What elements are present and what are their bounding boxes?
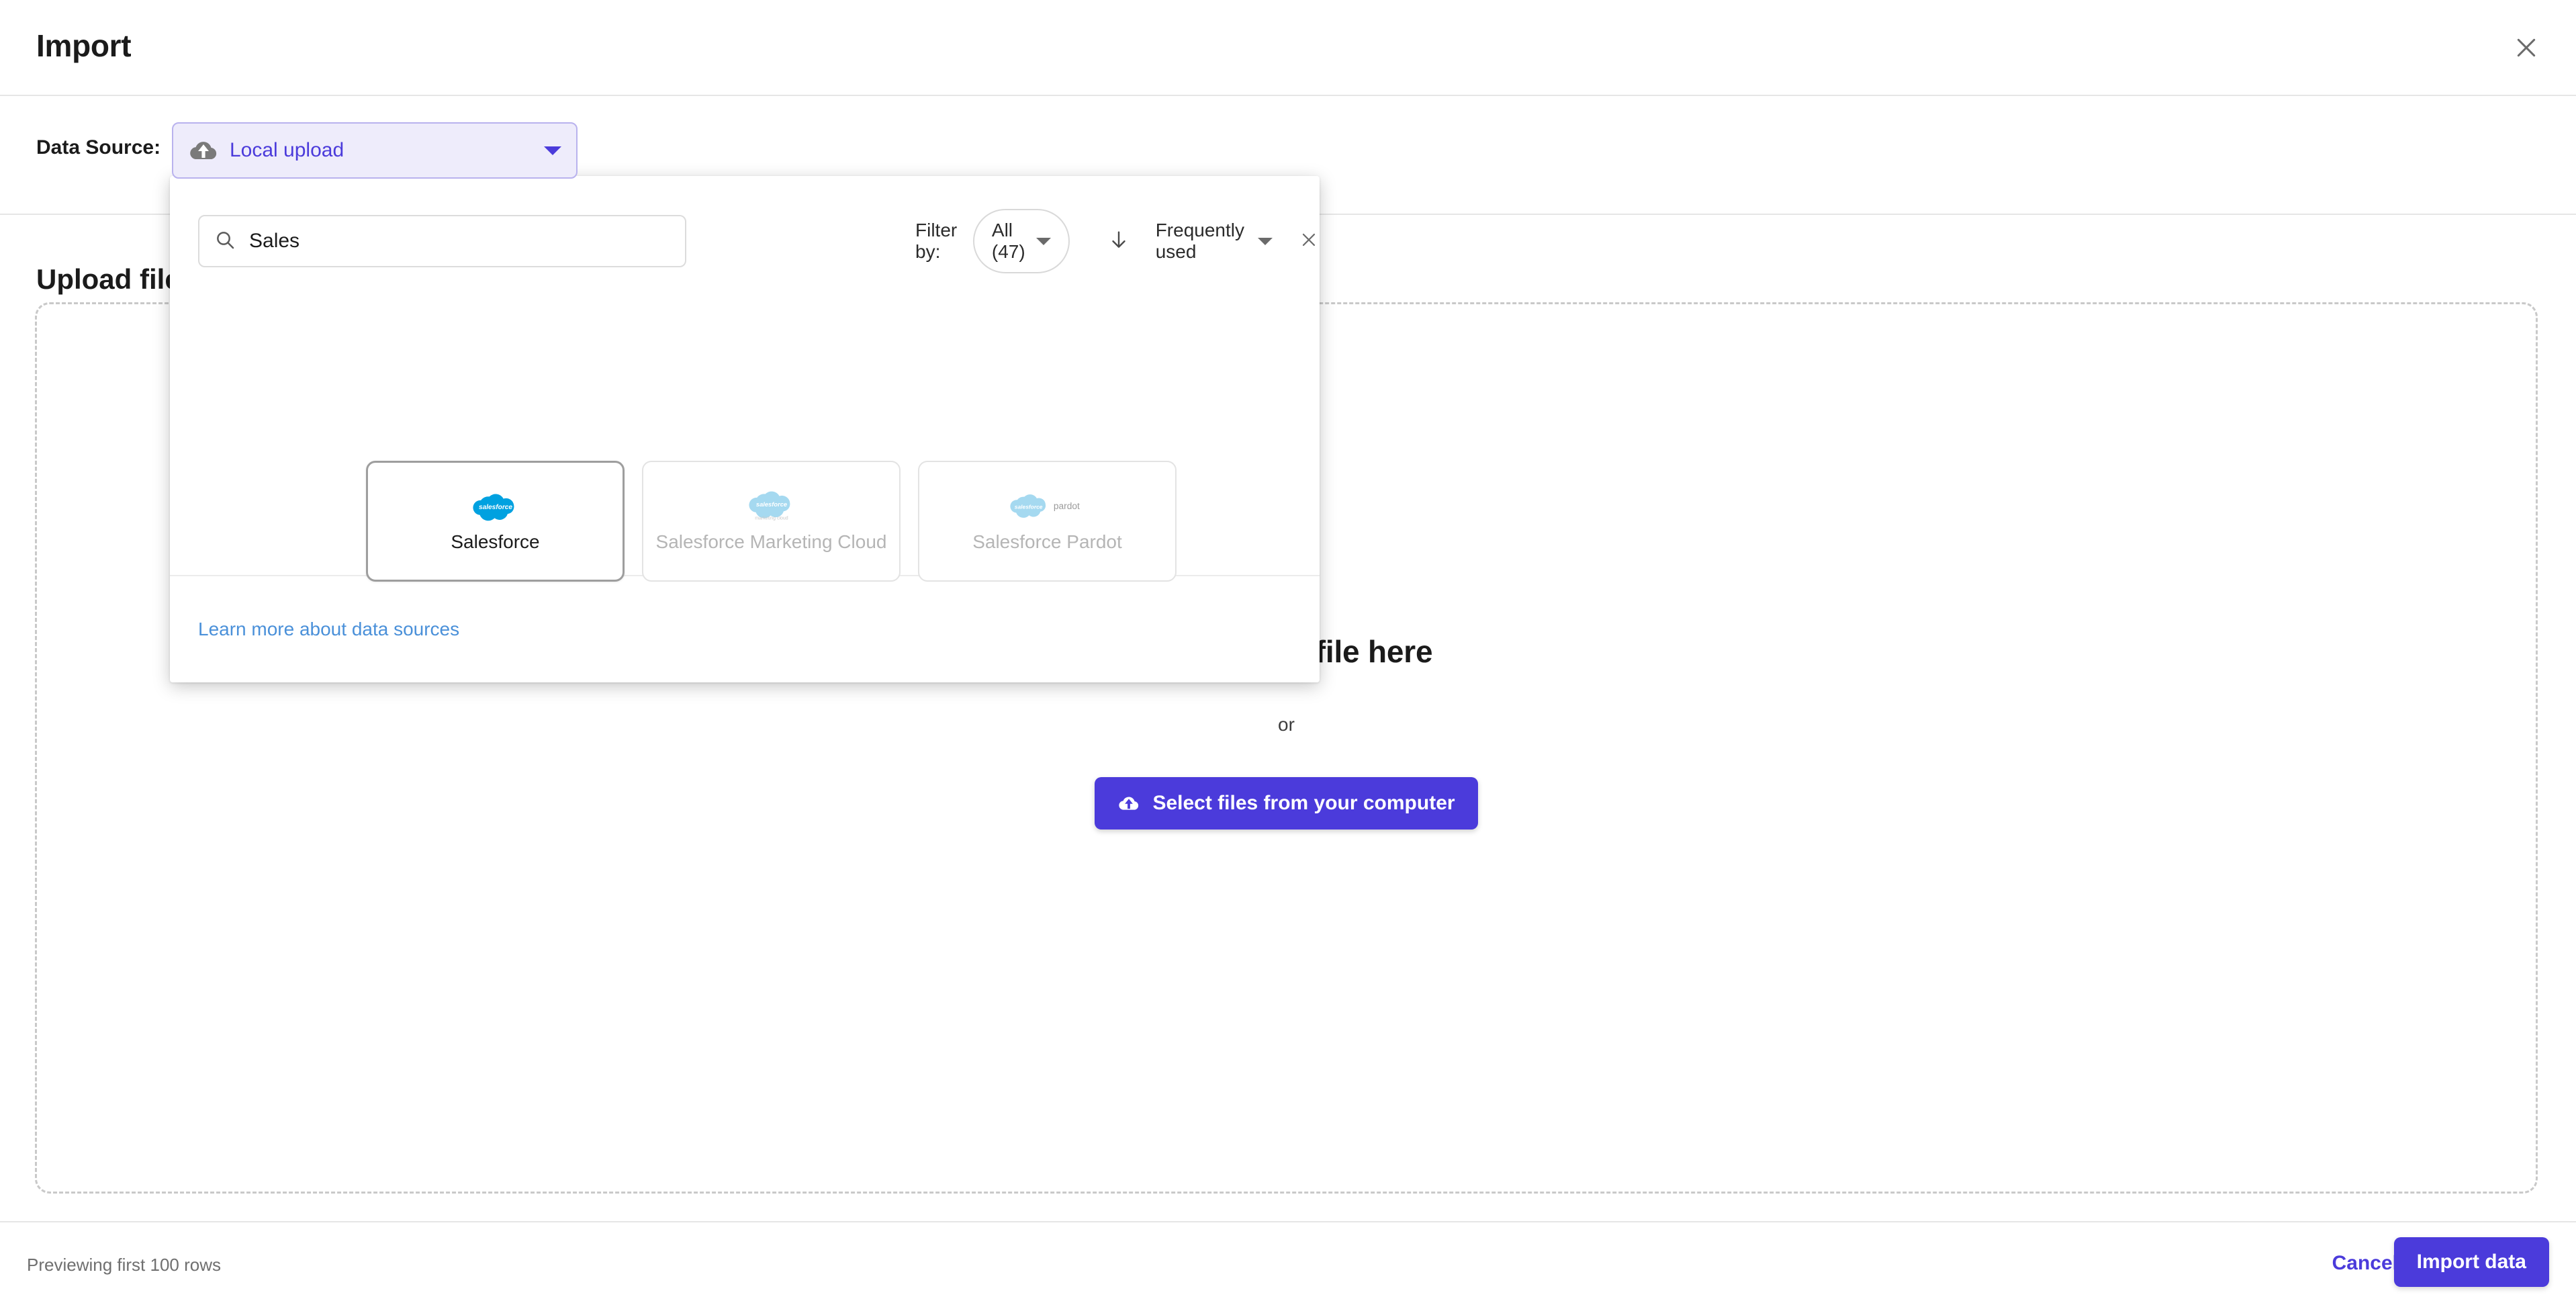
data-source-card-salesforce-marketing-cloud[interactable]: salesforce marketing cloud Salesforce Ma… [642,461,901,582]
modal-footer: Previewing first 100 rows Cancel Import … [0,1221,2576,1299]
clear-sort-button[interactable] [1298,229,1320,254]
filter-by-label: Filter by: [915,220,958,262]
sort-dropdown-value: Frequently used [1155,220,1244,262]
data-source-card-list: salesforce Salesforce salesforce marketi… [366,461,1177,582]
page-title: Import [36,28,132,63]
close-button[interactable] [2501,22,2552,73]
sort-dropdown[interactable]: Frequently used [1156,220,1273,263]
svg-text:marketing cloud: marketing cloud [755,517,788,521]
chevron-down-icon [544,146,561,155]
chevron-down-icon [1036,237,1051,245]
data-source-selected-value: Local upload [230,139,344,161]
salesforce-logo: salesforce [469,490,522,525]
select-files-button-label: Select files from your computer [1152,792,1455,814]
salesforce-marketing-cloud-logo: salesforce marketing cloud [745,490,798,525]
import-modal: Import Data Source: Local upload Upload … [0,0,2576,1299]
dropdown-footer: Learn more about data sources [170,575,1320,682]
chevron-down-icon [1258,237,1273,245]
filter-dropdown-value: All (47) [991,220,1025,262]
cloud-upload-icon [1117,793,1140,813]
learn-more-link[interactable]: Learn more about data sources [198,619,459,640]
search-input[interactable] [249,230,670,253]
data-source-card-label: Salesforce Marketing Cloud [655,531,887,552]
salesforce-pardot-logo: salesforce pardot [1008,490,1087,525]
upload-heading: Upload file [36,263,181,295]
data-source-label: Data Source: [36,136,161,159]
svg-text:salesforce: salesforce [755,501,786,508]
import-data-button[interactable]: Import data [2393,1237,2549,1287]
modal-header: Import [0,0,2576,96]
svg-text:pardot: pardot [1053,501,1079,511]
data-source-card-salesforce-pardot[interactable]: salesforce pardot Salesforce Pardot [918,461,1177,582]
select-files-button[interactable]: Select files from your computer [1095,777,1478,830]
search-box[interactable] [198,215,686,267]
data-source-card-label: Salesforce [451,531,540,552]
data-source-select[interactable]: Local upload [172,122,578,179]
close-icon [2513,34,2540,61]
arrow-down-icon [1107,228,1130,255]
sort-direction-button[interactable] [1107,228,1130,255]
search-icon [214,229,236,254]
cloud-upload-icon [188,137,219,164]
data-source-dropdown-panel: Filter by: All (47) Frequently used [170,176,1320,682]
data-source-card-label: Salesforce Pardot [972,531,1122,552]
close-icon [1298,229,1320,254]
svg-text:salesforce: salesforce [1014,503,1042,510]
dropdown-body: Filter by: All (47) Frequently used [170,176,1320,582]
dropzone-or-text: or [1278,714,1295,735]
svg-text:salesforce: salesforce [478,504,512,511]
filter-dropdown[interactable]: All (47) [972,209,1070,273]
filter-sort-controls: Filter by: All (47) Frequently used [915,209,1320,273]
preview-note: Previewing first 100 rows [27,1255,221,1275]
data-source-card-salesforce[interactable]: salesforce Salesforce [366,461,625,582]
